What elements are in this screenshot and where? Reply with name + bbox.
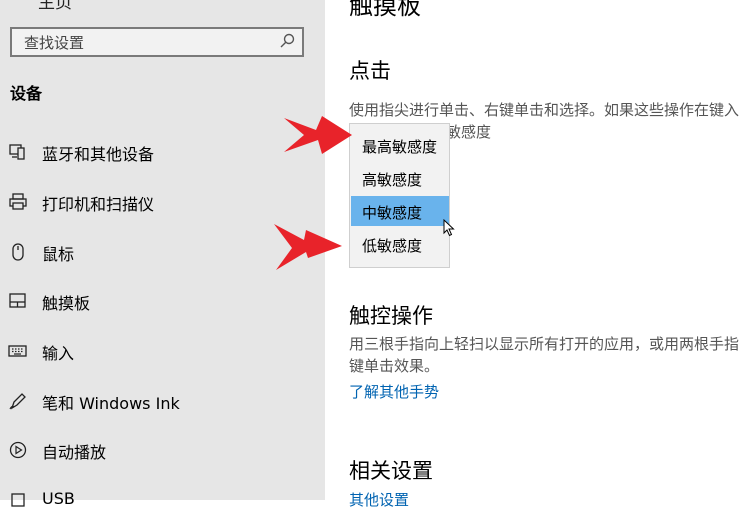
sidebar-item-label: 笔和 Windows Ink (42, 394, 180, 413)
sidebar-item-usb[interactable]: USB (0, 479, 325, 519)
section-title: 设备 (10, 84, 43, 103)
sidebar-item-typing[interactable]: 输入 (0, 330, 325, 370)
dropdown-option-low[interactable]: 低敏感度 (351, 229, 449, 259)
sidebar-item-label: 打印机和扫描仪 (42, 195, 155, 214)
touch-ops-desc-line2: 键单击效果。 (349, 357, 440, 375)
sidebar-item-pen[interactable]: 笔和 Windows Ink (0, 380, 325, 420)
bluetooth-devices-icon (9, 144, 25, 160)
autoplay-icon (9, 441, 27, 459)
sidebar-item-autoplay[interactable]: 自动播放 (0, 429, 325, 469)
sensitivity-label-tail: 敏感度 (446, 123, 492, 141)
option-label: 中敏感度 (362, 204, 423, 222)
red-arrow-annotation-icon (274, 224, 342, 270)
touch-ops-title: 触控操作 (349, 304, 433, 328)
dropdown-option-high[interactable]: 高敏感度 (351, 163, 449, 193)
option-label: 最高敏感度 (362, 138, 438, 156)
page-title: 触摸板 (349, 0, 421, 20)
mouse-icon (12, 243, 24, 261)
tap-section-title: 点击 (349, 59, 391, 83)
sidebar-item-bluetooth[interactable]: 蓝牙和其他设备 (0, 131, 325, 171)
sidebar-item-touchpad[interactable]: 触摸板 (0, 280, 325, 320)
sidebar-item-label: 鼠标 (42, 245, 75, 264)
touchpad-icon (9, 293, 26, 308)
touch-ops-desc-line1: 用三根手指向上轻扫以显示所有打开的应用，或用两根手指 (349, 335, 740, 353)
home-nav-item[interactable]: 主页 (38, 0, 72, 13)
learn-gestures-link[interactable]: 了解其他手势 (349, 381, 439, 402)
search-input[interactable] (22, 32, 276, 54)
option-label: 高敏感度 (362, 171, 423, 189)
sensitivity-dropdown-list[interactable]: 最高敏感度 高敏感度 中敏感度 低敏感度 (349, 123, 450, 268)
dropdown-option-highest[interactable]: 最高敏感度 (351, 130, 449, 160)
sidebar-item-printers[interactable]: 打印机和扫描仪 (0, 181, 325, 221)
usb-icon (11, 493, 25, 507)
tap-description: 使用指尖进行单击、右键单击和选择。如果这些操作在键入 (349, 101, 740, 119)
sidebar-item-label: USB (42, 489, 75, 508)
sidebar-item-label: 输入 (42, 344, 75, 363)
dropdown-option-medium[interactable]: 中敏感度 (351, 196, 449, 226)
pen-icon (9, 393, 26, 410)
printer-icon (9, 193, 27, 210)
search-icon[interactable] (278, 32, 296, 50)
option-label: 低敏感度 (362, 237, 423, 255)
sidebar-item-label: 蓝牙和其他设备 (42, 145, 155, 164)
keyboard-icon (8, 345, 27, 357)
red-arrow-annotation-icon (284, 116, 352, 154)
mouse-pointer-icon (443, 219, 455, 237)
sidebar-item-label: 触摸板 (42, 294, 91, 313)
search-box[interactable] (10, 27, 304, 57)
related-settings-title: 相关设置 (349, 459, 433, 483)
sidebar-item-label: 自动播放 (42, 443, 107, 462)
